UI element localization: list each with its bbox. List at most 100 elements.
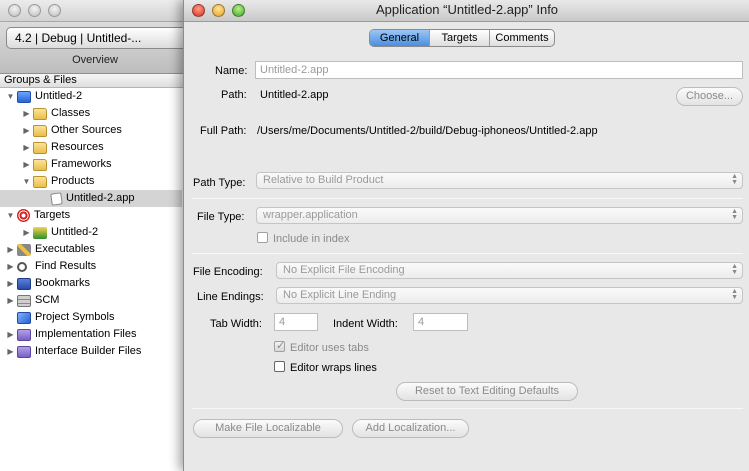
tab-width-field[interactable]: 4	[274, 313, 318, 331]
tree-item-scm[interactable]: ▶ SCM	[6, 292, 59, 309]
tree-item-label: Classes	[51, 107, 91, 119]
indent-width-field[interactable]: 4	[413, 313, 468, 331]
include-in-index-checkbox[interactable]	[257, 232, 268, 243]
tree-item-implementation-files[interactable]: ▶ Implementation Files	[6, 326, 137, 343]
tree-item-label: Interface Builder Files	[35, 345, 142, 357]
tree-item-target-untitled[interactable]: ▶ Untitled-2	[22, 224, 98, 241]
path-type-label: Path Type:	[193, 177, 246, 189]
disclosure-closed-icon[interactable]: ▶	[22, 139, 31, 156]
disclosure-closed-icon[interactable]: ▶	[6, 326, 15, 343]
groups-files-header[interactable]: Groups & Files	[0, 74, 190, 88]
popup-arrows-icon: ▲ ▼	[731, 173, 738, 186]
popup-arrows-icon: ▲ ▼	[731, 288, 738, 301]
zoom-window-icon[interactable]	[48, 4, 61, 17]
file-encoding-value: No Explicit File Encoding	[283, 264, 405, 276]
tree-item-targets[interactable]: ▼ Targets	[6, 207, 70, 224]
disclosure-closed-icon[interactable]: ▶	[6, 258, 15, 275]
tree-item-untitled-app[interactable]: Untitled-2.app	[0, 190, 182, 207]
close-window-icon[interactable]	[8, 4, 21, 17]
divider	[192, 198, 743, 199]
file-type-label: File Type:	[197, 211, 245, 223]
tree-item-executables[interactable]: ▶ Executables	[6, 241, 95, 258]
divider	[192, 408, 743, 409]
tree-item-label: Other Sources	[51, 124, 122, 136]
editor-uses-tabs-label: Editor uses tabs	[290, 342, 369, 354]
disclosure-closed-icon[interactable]: ▶	[6, 292, 15, 309]
minimize-window-icon[interactable]	[28, 4, 41, 17]
tree-item-label: Bookmarks	[35, 277, 91, 289]
file-type-popup[interactable]: wrapper.application ▲ ▼	[256, 207, 743, 224]
tree-item-products[interactable]: ▼ Products	[22, 173, 94, 190]
tree-item-find-results[interactable]: ▶ Find Results	[6, 258, 96, 275]
tree-item-label: Frameworks	[51, 158, 112, 170]
include-in-index-label: Include in index	[273, 233, 350, 245]
disclosure-closed-icon[interactable]: ▶	[22, 224, 31, 241]
add-localization-button[interactable]: Add Localization...	[352, 419, 469, 438]
tree-item-classes[interactable]: ▶ Classes	[22, 105, 90, 122]
tree-item-label: Untitled-2	[35, 90, 83, 102]
editor-wraps-lines-label: Editor wraps lines	[290, 362, 377, 374]
tree-item-resources[interactable]: ▶ Resources	[22, 139, 104, 156]
disclosure-closed-icon[interactable]: ▶	[6, 343, 15, 360]
folder-icon	[33, 141, 47, 154]
editor-uses-tabs-checkbox[interactable]	[274, 339, 285, 352]
info-window-titlebar[interactable]: Application “Untitled-2.app” Info	[184, 0, 749, 22]
symbols-cube-icon	[17, 311, 31, 324]
project-window: 4.2 | Debug | Untitled-... Overview Grou…	[0, 0, 196, 471]
scm-icon	[17, 294, 31, 307]
name-field[interactable]: Untitled-2.app	[255, 61, 743, 79]
editor-wraps-lines-checkbox[interactable]	[274, 361, 285, 372]
tree-item-interface-builder-files[interactable]: ▶ Interface Builder Files	[6, 343, 141, 360]
tree-item-label: Implementation Files	[35, 328, 137, 340]
active-sdk-config-popup[interactable]: 4.2 | Debug | Untitled-...	[6, 27, 196, 49]
smart-group-icon	[17, 328, 31, 341]
disclosure-open-icon[interactable]: ▼	[22, 173, 31, 190]
tree-item-other-sources[interactable]: ▶ Other Sources	[22, 122, 122, 139]
smart-group-icon	[17, 345, 31, 358]
tab-comments[interactable]: Comments	[490, 30, 554, 46]
window-title: Application “Untitled-2.app” Info	[375, 2, 559, 17]
tab-width-label: Tab Width:	[210, 318, 262, 330]
disclosure-closed-icon[interactable]: ▶	[22, 156, 31, 173]
tree-item-label: Untitled-2	[51, 226, 99, 238]
disclosure-closed-icon[interactable]: ▶	[6, 241, 15, 258]
folder-icon	[33, 158, 47, 171]
tree-item-label: Executables	[35, 243, 95, 255]
tree-item-label: Resources	[51, 141, 104, 153]
info-window: Application “Untitled-2.app” Info Genera…	[183, 0, 749, 471]
tree-item-project[interactable]: ▼ Untitled-2	[6, 88, 82, 105]
tab-targets[interactable]: Targets	[430, 30, 490, 46]
folder-icon	[33, 175, 47, 188]
info-tabs: General Targets Comments	[369, 29, 555, 47]
project-window-titlebar	[0, 0, 190, 22]
path-type-popup[interactable]: Relative to Build Product ▲ ▼	[256, 172, 743, 189]
executable-icon	[17, 243, 31, 256]
reset-text-editing-defaults-button[interactable]: Reset to Text Editing Defaults	[396, 382, 578, 401]
make-file-localizable-button[interactable]: Make File Localizable	[193, 419, 343, 438]
disclosure-closed-icon[interactable]: ▶	[6, 275, 15, 292]
tab-general[interactable]: General	[370, 30, 430, 46]
tree-item-label: Find Results	[35, 260, 97, 272]
line-endings-popup[interactable]: No Explicit Line Ending ▲ ▼	[276, 287, 743, 304]
tree-item-project-symbols[interactable]: Project Symbols	[6, 309, 114, 326]
disclosure-open-icon[interactable]: ▼	[6, 207, 15, 224]
file-type-value: wrapper.application	[263, 209, 358, 221]
full-path-value: /Users/me/Documents/Untitled-2/build/Deb…	[257, 125, 598, 137]
disclosure-closed-icon[interactable]: ▶	[22, 122, 31, 139]
magnifier-icon	[17, 261, 27, 272]
project-icon	[17, 90, 31, 103]
choose-button[interactable]: Choose...	[676, 87, 743, 106]
tree-item-frameworks[interactable]: ▶ Frameworks	[22, 156, 112, 173]
tree-item-label: Untitled-2.app	[66, 192, 135, 204]
disclosure-closed-icon[interactable]: ▶	[22, 105, 31, 122]
path-type-value: Relative to Build Product	[263, 174, 384, 186]
tree-item-label: Project Symbols	[35, 311, 115, 323]
file-encoding-popup[interactable]: No Explicit File Encoding ▲ ▼	[276, 262, 743, 279]
tree-item-label: Products	[51, 175, 95, 187]
bookmark-icon	[17, 277, 31, 290]
app-file-icon	[50, 191, 63, 206]
popup-arrows-icon: ▲ ▼	[731, 208, 738, 221]
tree-item-bookmarks[interactable]: ▶ Bookmarks	[6, 275, 90, 292]
disclosure-open-icon[interactable]: ▼	[6, 88, 15, 105]
popup-arrows-icon: ▲ ▼	[731, 263, 738, 276]
